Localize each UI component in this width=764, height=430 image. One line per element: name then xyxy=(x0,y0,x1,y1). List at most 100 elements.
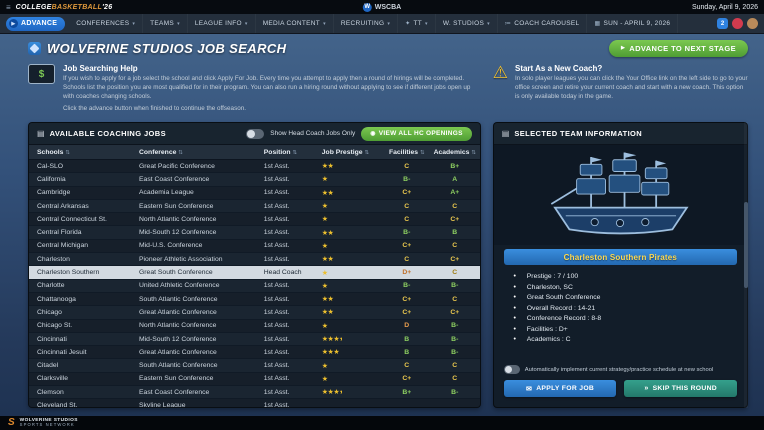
table-row[interactable]: Cincinnati JesuitGreat Atlantic Conferen… xyxy=(29,346,480,359)
cell-school: Central Florida xyxy=(29,229,139,236)
app-window: ≡ COLLEGEBASKETBALL'26 W WSCBA Sunday, A… xyxy=(0,0,764,430)
logo-part-basketball: BASKETBALL xyxy=(52,4,102,11)
menu-item-recruiting[interactable]: RECRUITING▾ xyxy=(334,14,398,33)
table-row[interactable]: Central Connecticut St.North Atlantic Co… xyxy=(29,213,480,226)
cell-position: 1st Asst. xyxy=(264,362,322,369)
grade-value: C xyxy=(404,203,409,210)
head-coach-only-toggle[interactable] xyxy=(246,129,264,139)
table-row[interactable]: CincinnatiMid-South 12 Conference1st Ass… xyxy=(29,333,480,346)
view-all-hc-openings-button[interactable]: ◉ VIEW ALL HC OPENINGS xyxy=(361,127,472,141)
logo-part-year: '26 xyxy=(102,4,112,11)
grade-value: B xyxy=(452,229,457,236)
cell-conference: Eastern Sun Conference xyxy=(139,203,264,210)
menu-item-tt[interactable]: ✦TT▾ xyxy=(398,14,436,33)
column-header-job-prestige[interactable]: Job Prestige ⇅ xyxy=(322,149,384,156)
table-row[interactable]: ClemsonEast Coast Conference1st Asst.★★★… xyxy=(29,386,480,399)
head-coach-only-label: Show Head Coach Jobs Only xyxy=(270,130,355,137)
cell-school: Cincinnati xyxy=(29,336,139,343)
list-icon: ▤ xyxy=(37,129,45,138)
help-body: If you wish to apply for a job select th… xyxy=(63,75,475,101)
cell-facilities: C+ xyxy=(384,309,430,316)
cell-position: 1st Asst. xyxy=(264,389,322,396)
job-search-help: $ Job Searching Help If you wish to appl… xyxy=(28,64,475,114)
messages-icon[interactable]: 2 xyxy=(717,18,728,29)
cell-position: 1st Asst. xyxy=(264,203,322,210)
cell-conference: Mid-U.S. Conference xyxy=(139,242,264,249)
table-row[interactable]: ChicagoGreat Atlantic Conference1st Asst… xyxy=(29,306,480,319)
help-row: $ Job Searching Help If you wish to appl… xyxy=(28,64,748,114)
table-row[interactable]: CharlotteUnited Athletic Conference1st A… xyxy=(29,280,480,293)
grade-value: C xyxy=(404,163,409,170)
cell-position: 1st Asst. xyxy=(264,349,322,356)
cell-facilities: B- xyxy=(384,176,430,183)
table-row[interactable]: Charleston SouthernGreat South Conferenc… xyxy=(29,266,480,279)
team-stat: •Great South Conference xyxy=(510,294,731,301)
sort-icon: ⇅ xyxy=(65,150,70,156)
column-header-position[interactable]: Position ⇅ xyxy=(264,149,322,156)
team-stat-text: Prestige : 7 / 100 xyxy=(527,273,578,280)
main-panels: ▤ AVAILABLE COACHING JOBS Show Head Coac… xyxy=(28,122,748,408)
skip-this-round-button[interactable]: » SKIP THIS ROUND xyxy=(624,380,737,397)
star-icon: ★ xyxy=(322,243,328,250)
column-header-academics[interactable]: Academics ⇅ xyxy=(430,149,480,156)
grade-value: C xyxy=(404,362,409,369)
table-row[interactable]: ClarksvilleEastern Sun Conference1st Ass… xyxy=(29,373,480,386)
chevron-down-icon: ▾ xyxy=(245,21,248,27)
page-title: WOLVERINE STUDIOS JOB SEARCH xyxy=(28,41,286,56)
star-icon: ★ xyxy=(322,270,328,277)
cell-school: Citadel xyxy=(29,362,139,369)
cell-job-prestige: ★★★★ xyxy=(322,388,384,396)
cell-school: Chicago xyxy=(29,309,139,316)
menu-item-conferences[interactable]: CONFERENCES▾ xyxy=(69,14,143,33)
table-row[interactable]: Cleveland St.Skyline League1st Asst. xyxy=(29,399,480,407)
menu-item-label: TEAMS xyxy=(150,20,174,27)
medal-icon: • xyxy=(510,315,520,322)
table-row[interactable]: CaliforniaEast Coast Conference1st Asst.… xyxy=(29,173,480,186)
column-header-conference[interactable]: Conference ⇅ xyxy=(139,149,264,156)
advance-button[interactable]: ▶ ADVANCE xyxy=(6,17,65,31)
menu-item-coach-carousel[interactable]: ≔ COACH CAROUSEL xyxy=(498,14,588,33)
cell-job-prestige: ★★ xyxy=(322,255,384,263)
dollar-icon: $ xyxy=(28,64,55,84)
cell-facilities: C+ xyxy=(384,296,430,303)
table-row[interactable]: Central ArkansasEastern Sun Conference1s… xyxy=(29,200,480,213)
grade-value: D+ xyxy=(402,269,411,276)
menu-icon[interactable]: ≡ xyxy=(6,3,11,12)
cell-academics: B xyxy=(430,229,480,236)
table-row[interactable]: CitadelSouth Atlantic Conference1st Asst… xyxy=(29,359,480,372)
new-coach-title: Start As a New Coach? xyxy=(515,64,748,73)
cell-conference: North Atlantic Conference xyxy=(139,216,264,223)
auto-strategy-toggle[interactable] xyxy=(504,365,520,374)
jobs-panel-controls: Show Head Coach Jobs Only ◉ VIEW ALL HC … xyxy=(246,127,471,141)
table-row[interactable]: Central FloridaMid-South 12 Conference1s… xyxy=(29,226,480,239)
column-header-schools[interactable]: Schools ⇅ xyxy=(29,149,139,156)
menu-item-league-info[interactable]: LEAGUE INFO▾ xyxy=(188,14,256,33)
grade-value: B- xyxy=(403,282,410,289)
table-row[interactable]: Cal-SLOGreat Pacific Conference1st Asst.… xyxy=(29,160,480,173)
star-icon: ★ xyxy=(333,349,339,356)
notification-icon[interactable] xyxy=(732,18,743,29)
menu-item-media-content[interactable]: MEDIA CONTENT▾ xyxy=(256,14,334,33)
column-header-facilities[interactable]: Facilities ⇅ xyxy=(384,149,430,156)
menu-item-label: LEAGUE INFO xyxy=(195,20,242,27)
skip-icon: » xyxy=(644,385,648,392)
grade-value: C xyxy=(452,362,457,369)
cell-job-prestige: ★ xyxy=(322,269,384,277)
advance-to-next-stage-button[interactable]: ▶ ADVANCE TO NEXT STAGE xyxy=(609,40,748,57)
cell-academics: A xyxy=(430,176,480,183)
table-row[interactable]: ChattanoogaSouth Atlantic Conference1st … xyxy=(29,293,480,306)
profile-avatar[interactable] xyxy=(747,18,758,29)
menu-item-date[interactable]: ▦ SUN - APRIL 9, 2026 xyxy=(587,14,678,33)
team-stat-text: Overall Record : 14-21 xyxy=(527,305,595,312)
apply-for-job-button[interactable]: ✉ APPLY FOR JOB xyxy=(504,380,617,397)
cell-position: 1st Asst. xyxy=(264,163,322,170)
table-row[interactable]: CharlestonPioneer Athletic Association1s… xyxy=(29,253,480,266)
menu-item-teams[interactable]: TEAMS▾ xyxy=(143,14,188,33)
table-row[interactable]: Central MichiganMid-U.S. Conference1st A… xyxy=(29,240,480,253)
table-row[interactable]: CambridgeAcademia League1st Asst.★★C+A+ xyxy=(29,187,480,200)
grade-value: B- xyxy=(451,389,458,396)
menu-item-w-studios[interactable]: W. STUDIOS▾ xyxy=(436,14,498,33)
table-row[interactable]: Chicago St.North Atlantic Conference1st … xyxy=(29,320,480,333)
cell-school: Cincinnati Jesuit xyxy=(29,349,139,356)
cell-job-prestige: ★ xyxy=(322,362,384,370)
